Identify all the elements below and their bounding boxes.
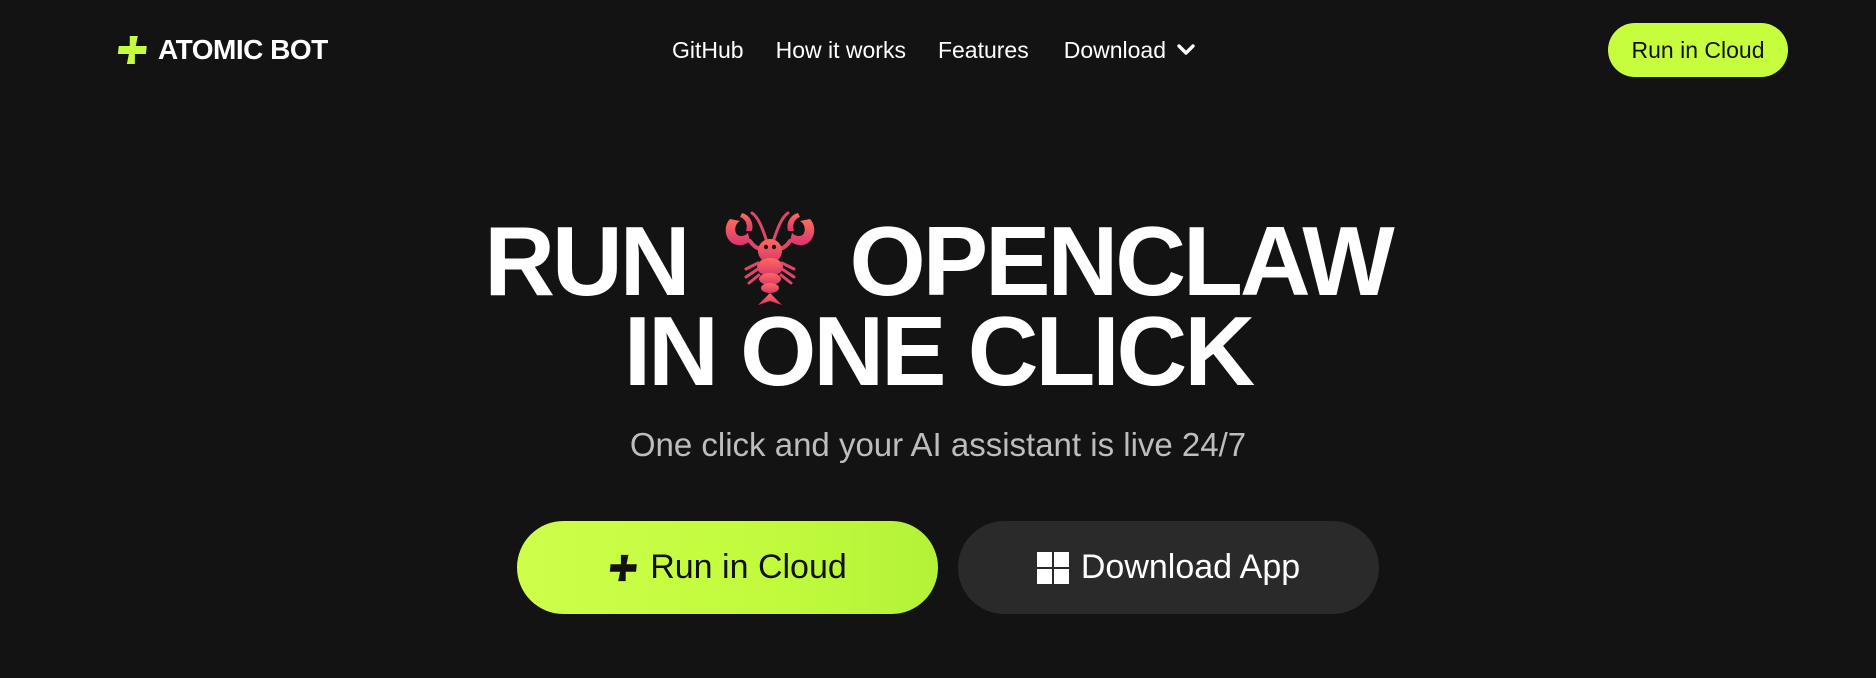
nav-links: GitHub How it works Features Download xyxy=(672,36,1196,64)
download-app-button[interactable]: Download App xyxy=(958,521,1379,614)
nav-link-download: Download xyxy=(1063,36,1167,63)
plus-icon xyxy=(609,554,638,581)
nav-link-github[interactable]: GitHub xyxy=(672,37,744,64)
nav-link-how-it-works[interactable]: How it works xyxy=(776,37,906,64)
windows-icon xyxy=(1036,551,1069,584)
brand-name: ATOMIC BOT xyxy=(158,34,328,65)
run-in-cloud-button[interactable]: Run in Cloud xyxy=(517,521,938,614)
hero-title-line-2: IN ONE CLICK xyxy=(623,296,1255,406)
nav-link-features[interactable]: Features xyxy=(938,37,1029,64)
chevron-down-icon xyxy=(1177,44,1195,55)
nav-run-in-cloud-button[interactable]: Run in Cloud xyxy=(1608,23,1788,77)
download-app-label: Download App xyxy=(1080,548,1301,586)
nav-dropdown-download[interactable]: Download xyxy=(1064,37,1196,64)
landing-page: ATOMIC BOT GitHub How it works Features … xyxy=(0,0,1876,678)
plus-logo-icon xyxy=(117,36,147,64)
run-in-cloud-label: Run in Cloud xyxy=(650,548,847,586)
brand-logo[interactable]: ATOMIC BOT xyxy=(116,34,328,66)
top-navbar: ATOMIC BOT GitHub How it works Features … xyxy=(0,0,1876,100)
hero-subtitle: One click and your AI assistant is live … xyxy=(629,426,1247,463)
lobster-icon xyxy=(725,211,814,306)
